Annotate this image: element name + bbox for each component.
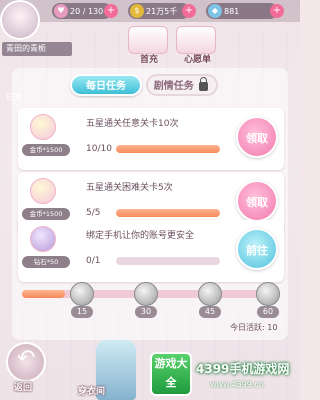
progress-bar [116,257,220,265]
stamina-icon: ♥ [54,4,68,18]
progress-text: 10/10 [86,144,112,154]
go-button[interactable]: 前往 [236,228,278,270]
gold-reward-icon [30,178,56,204]
diamond-icon: ◆ [208,4,222,18]
first-charge-icon[interactable] [128,26,168,54]
milestone-label: 60 [257,306,279,318]
claim-button[interactable]: 领取 [236,180,278,222]
diamond-counter: ◆ 881 + [206,3,284,19]
task-title: 五星通关任意关卡10次 [86,119,179,129]
back-label: 返回 [14,383,33,393]
milestone-chest-icon[interactable] [134,282,158,306]
task-row: 钻石*50 绑定手机让你的账号更安全 0/1 前往 [18,220,284,282]
reward-label: 钻石*50 [22,256,70,268]
task-tabs: 每日任务 剧情任务 [70,74,218,96]
activity-progress-fill [22,290,65,298]
milestone-chest-icon[interactable] [256,282,280,306]
milestone-chest-icon[interactable] [70,282,94,306]
gold-counter: $ 21万5千 + [128,3,196,19]
watermark-logo: 游戏大全 [150,352,192,396]
wardrobe-label[interactable]: 穿衣间 [78,384,105,397]
gold-coin-icon: $ [130,4,144,18]
watermark-text: 4399手机游戏网 [196,362,290,376]
today-activity: 今日活跃: 10 [230,323,278,332]
stamina-counter: ♥ 20 / 130 + [52,3,118,19]
progress-text: 5/5 [86,208,101,218]
progress-text: 0/1 [86,256,101,266]
tab-story-tasks[interactable]: 剧情任务 [146,74,218,96]
back-button[interactable] [6,342,46,382]
gold-reward-icon [30,114,56,140]
add-gold-button[interactable]: + [182,4,196,18]
tab-daily-tasks[interactable]: 每日任务 [70,74,142,96]
lock-icon [199,76,209,91]
progress-fill [116,145,220,153]
wish-list-icon[interactable] [176,26,216,54]
task-row: 金币*1500 五星通关任意关卡10次 10/10 领取 [18,108,284,170]
watermark-url: www.4399.cn [210,380,264,389]
milestone-chest-icon[interactable] [198,282,222,306]
avatar[interactable] [0,0,40,40]
milestone-label: 45 [199,306,221,318]
player-name: 青田的青栀 [2,42,72,56]
milestone-label: 30 [135,306,157,318]
wish-list-label: 心愿单 [184,55,212,65]
task-title: 五星通关困难关卡5次 [86,183,173,193]
milestone-label: 15 [71,306,93,318]
progress-bar [116,145,220,153]
top-bar: ♥ 20 / 130 + $ 21万5千 + ◆ 881 + [0,0,300,22]
add-stamina-button[interactable]: + [104,4,118,18]
claim-button[interactable]: 领取 [236,116,278,158]
diamond-reward-icon [30,226,56,252]
task-title: 绑定手机让你的账号更安全 [86,231,195,241]
first-charge-label: 首充 [140,55,159,65]
add-diamond-button[interactable]: + [270,4,284,18]
reward-label: 金币*1500 [22,144,70,156]
progress-bar [116,209,220,217]
reward-label: 金币*1500 [22,208,70,220]
progress-fill [116,209,220,217]
